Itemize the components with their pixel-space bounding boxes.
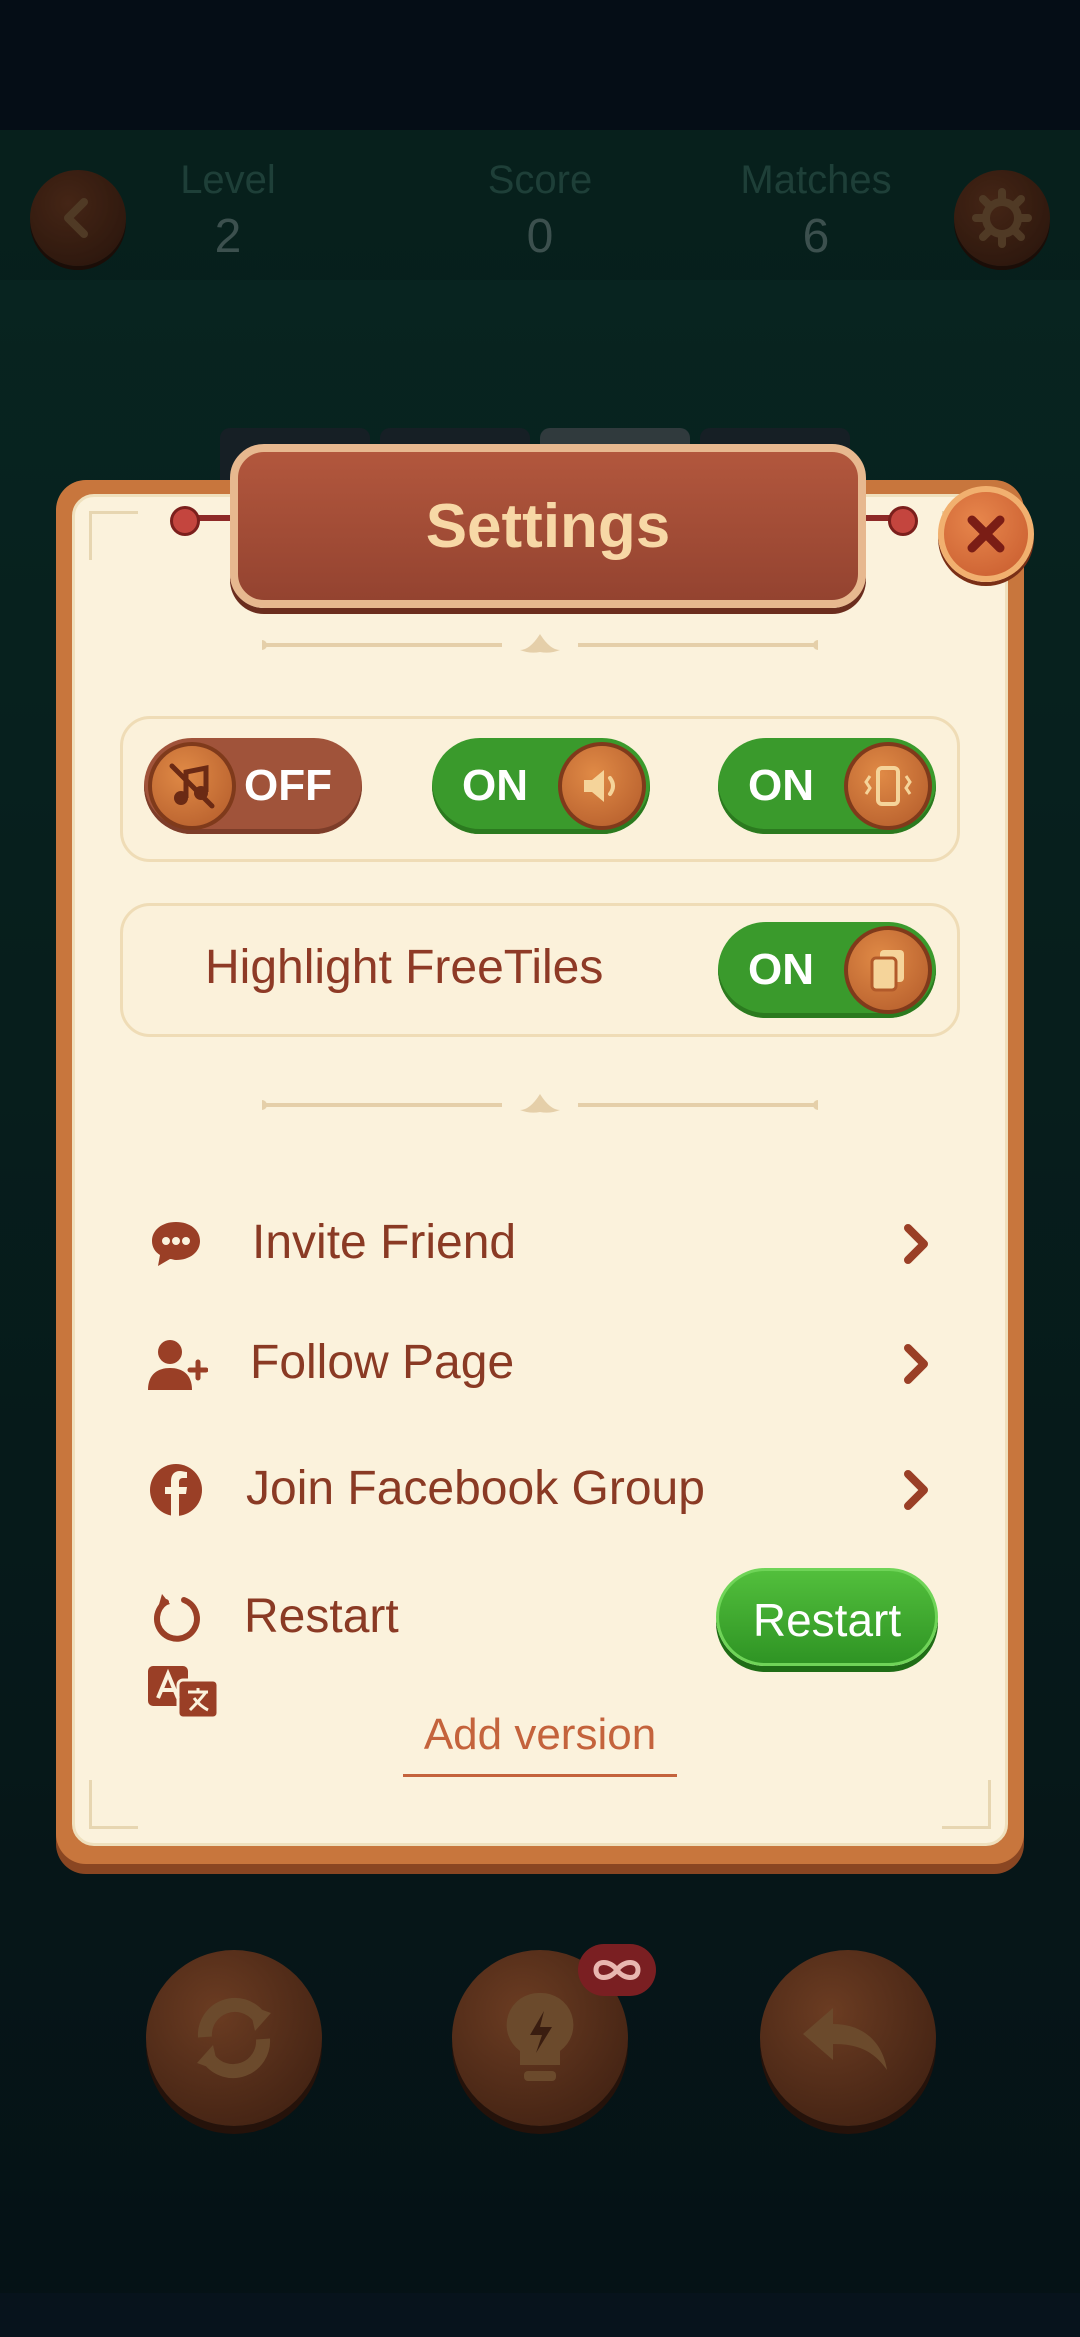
join-facebook-group-label: Join Facebook Group [246, 1462, 705, 1515]
follow-page-label: Follow Page [250, 1336, 515, 1389]
vibration-toggle-knob [844, 742, 932, 830]
speaker-icon [584, 770, 615, 802]
status-bar [0, 0, 1080, 130]
title-plate: Settings [230, 444, 866, 608]
close-button[interactable] [938, 486, 1034, 582]
chevron-right-icon [904, 1224, 928, 1264]
infinity-icon [593, 1960, 641, 1980]
highlight-toggle-knob [844, 926, 932, 1014]
dialog-title: Settings [425, 491, 671, 561]
chat-bubble-icon [140, 1208, 212, 1280]
ornament-divider [262, 634, 818, 653]
highlight-toggle-state: ON [748, 945, 814, 994]
follow-page-row[interactable]: Follow Page [140, 1318, 940, 1408]
chevron-right-icon [904, 1470, 928, 1510]
vibration-toggle[interactable]: ON [718, 738, 936, 834]
vibrate-icon [864, 766, 912, 806]
tiles-icon [870, 950, 904, 992]
undo-icon [803, 2008, 887, 2070]
music-toggle-state: OFF [244, 761, 332, 810]
music-off-icon [169, 763, 215, 809]
join-facebook-group-row[interactable]: Join Facebook Group [140, 1444, 940, 1534]
restart-row: Restart [140, 1572, 640, 1662]
lightbulb-icon [506, 1992, 574, 2081]
music-toggle-knob [148, 742, 236, 830]
sound-toggle[interactable]: ON [432, 738, 650, 834]
music-toggle[interactable]: OFF [144, 738, 362, 834]
restart-icon [140, 1582, 212, 1654]
shuffle-icon [197, 1997, 271, 2079]
invite-friend-row[interactable]: Invite Friend [140, 1198, 940, 1288]
highlight-toggle[interactable]: ON [718, 922, 936, 1018]
language-button[interactable] [148, 1666, 220, 1720]
hint-count-badge [578, 1944, 656, 1996]
shuffle-button[interactable] [146, 1950, 322, 2126]
vibration-toggle-state: ON [748, 761, 814, 810]
corner-ornament [942, 1780, 991, 1829]
corner-ornament [89, 1780, 138, 1829]
facebook-icon [140, 1454, 212, 1526]
title-rod-end [170, 506, 200, 536]
corner-ornament [89, 511, 138, 560]
invite-friend-label: Invite Friend [252, 1216, 517, 1269]
undo-button[interactable] [760, 1950, 936, 2126]
ornament-divider [262, 1094, 818, 1113]
sound-toggle-knob [558, 742, 646, 830]
close-icon [967, 515, 1005, 553]
translate-icon [148, 1666, 220, 1720]
chevron-right-icon [904, 1344, 928, 1384]
sound-toggle-state: ON [462, 761, 528, 810]
highlight-label: Highlight FreeTiles [205, 941, 604, 994]
restart-button[interactable]: Restart [716, 1568, 938, 1666]
add-version-link[interactable]: Add version [403, 1710, 677, 1777]
title-rod-end [888, 506, 918, 536]
add-user-icon [140, 1328, 212, 1400]
system-nav-bar [0, 2293, 1080, 2337]
restart-label: Restart [244, 1590, 399, 1643]
